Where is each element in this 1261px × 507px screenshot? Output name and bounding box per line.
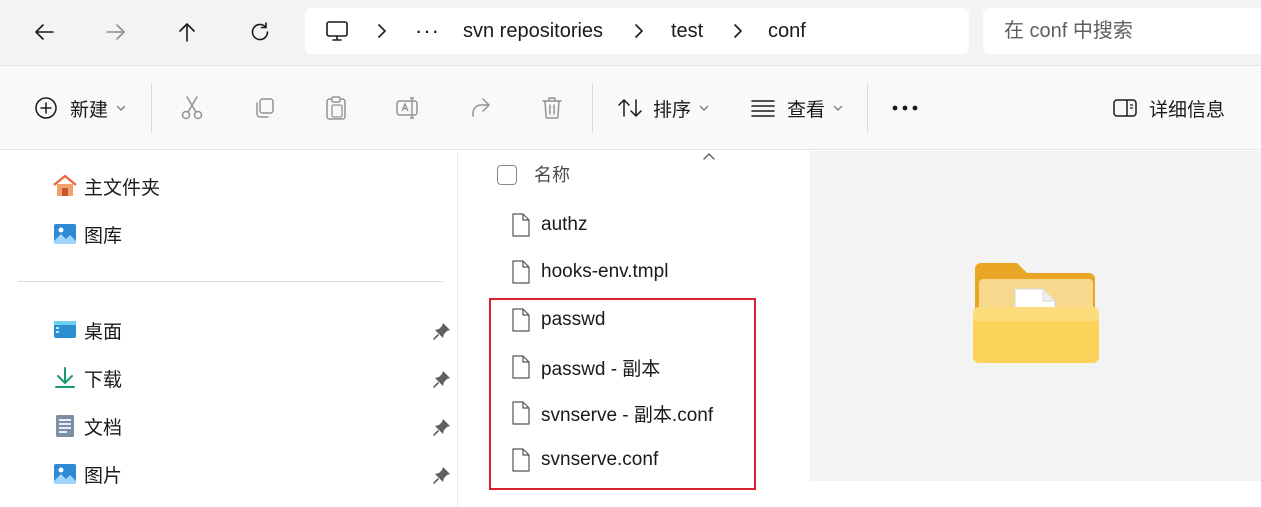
select-all-checkbox[interactable] — [497, 165, 517, 185]
nav-item-documents[interactable]: 文档 — [52, 410, 122, 442]
nav-item-label: 桌面 — [84, 321, 123, 343]
toolbar-divider — [592, 84, 593, 132]
nav-divider — [18, 281, 443, 282]
pin-icon[interactable] — [432, 369, 452, 389]
file-icon — [512, 213, 530, 237]
chevron-down-icon — [833, 105, 843, 111]
file-row[interactable]: hooks-env.tmpl — [511, 255, 668, 289]
desktop-icon — [54, 321, 76, 338]
forward-button[interactable] — [96, 12, 136, 52]
paste-button[interactable] — [324, 66, 348, 150]
search-placeholder: 在 conf 中搜索 — [1004, 20, 1133, 42]
plus-circle-icon — [35, 97, 57, 119]
document-icon — [56, 415, 74, 437]
navigation-pane: 主文件夹 图库 桌面 下载 文档 图片 — [0, 151, 458, 507]
nav-item-label: 图片 — [84, 465, 123, 487]
up-button[interactable] — [167, 12, 207, 52]
nav-item-downloads[interactable]: 下载 — [52, 362, 122, 394]
preview-pane — [810, 151, 1261, 481]
new-label: 新建 — [70, 99, 109, 121]
details-label: 详细信息 — [1149, 99, 1226, 121]
download-icon — [55, 367, 75, 388]
clipboard-icon — [326, 96, 346, 120]
nav-item-label: 图库 — [84, 225, 123, 247]
details-pane-icon — [1113, 99, 1137, 117]
nav-item-label: 文档 — [84, 417, 123, 439]
sort-icon — [618, 99, 642, 117]
arrow-up-icon — [179, 23, 195, 42]
new-button[interactable]: 新建 — [34, 66, 126, 150]
pin-icon[interactable] — [432, 465, 452, 485]
file-name: hooks-env.tmpl — [541, 261, 669, 282]
more-options-button[interactable] — [891, 66, 919, 150]
share-button[interactable] — [468, 66, 492, 150]
more-icon — [892, 105, 918, 111]
folder-with-file-icon — [973, 263, 1099, 363]
scissors-icon — [181, 96, 203, 120]
pin-icon[interactable] — [432, 321, 452, 341]
arrow-right-icon — [106, 24, 125, 40]
list-view-icon — [751, 100, 775, 117]
gallery-icon — [54, 224, 76, 244]
back-button[interactable] — [24, 12, 64, 52]
sort-ascending-icon — [703, 153, 715, 160]
view-label: 查看 — [787, 99, 826, 121]
file-row[interactable]: authz — [511, 208, 587, 242]
address-bar-row: ··· svn repositories test conf 在 conf 中搜… — [0, 0, 1261, 66]
sort-button[interactable]: 排序 — [617, 66, 709, 150]
file-icon — [512, 260, 530, 284]
chevron-right-icon[interactable] — [728, 21, 748, 41]
cut-button[interactable] — [180, 66, 204, 150]
nav-item-desktop[interactable]: 桌面 — [52, 314, 122, 346]
search-input[interactable]: 在 conf 中搜索 — [983, 8, 1261, 54]
arrow-left-icon — [35, 24, 54, 40]
computer-icon — [326, 21, 348, 41]
breadcrumb-item[interactable]: test — [671, 8, 703, 54]
refresh-button[interactable] — [240, 12, 280, 52]
home-icon — [53, 174, 77, 196]
rename-icon — [396, 97, 418, 119]
view-button[interactable]: 查看 — [751, 66, 843, 150]
refresh-icon — [251, 22, 269, 41]
command-bar: 新建 排序 查看 详细信息 — [0, 66, 1261, 150]
pictures-icon — [54, 464, 76, 484]
chevron-right-icon[interactable] — [629, 21, 649, 41]
chevron-down-icon — [116, 105, 126, 111]
toolbar-divider — [867, 84, 868, 132]
toolbar-divider — [151, 84, 152, 132]
column-header-name[interactable]: 名称 — [534, 161, 570, 187]
breadcrumb-item[interactable]: conf — [768, 8, 806, 54]
delete-button[interactable] — [540, 66, 564, 150]
nav-item-home[interactable]: 主文件夹 — [52, 170, 160, 202]
copy-button[interactable] — [252, 66, 276, 150]
sort-label: 排序 — [653, 99, 692, 121]
red-highlight-box — [489, 298, 756, 490]
nav-item-label: 下载 — [84, 369, 123, 391]
chevron-right-icon[interactable] — [372, 21, 392, 41]
breadcrumb-overflow[interactable]: ··· — [415, 8, 440, 54]
file-name: authz — [541, 214, 588, 235]
share-icon — [472, 98, 490, 117]
nav-item-label: 主文件夹 — [84, 177, 161, 199]
pin-icon[interactable] — [432, 417, 452, 437]
nav-item-pictures[interactable]: 图片 — [52, 458, 122, 490]
nav-item-gallery[interactable]: 图库 — [52, 218, 122, 250]
copy-icon — [256, 98, 274, 118]
preview-pane-footer — [810, 481, 1261, 507]
breadcrumb-item[interactable]: svn repositories — [463, 8, 603, 54]
rename-button[interactable] — [395, 66, 421, 150]
details-pane-button[interactable]: 详细信息 — [1112, 66, 1225, 150]
chevron-down-icon — [699, 105, 709, 111]
trash-icon — [542, 97, 562, 119]
address-box[interactable]: ··· svn repositories test conf — [305, 8, 969, 54]
